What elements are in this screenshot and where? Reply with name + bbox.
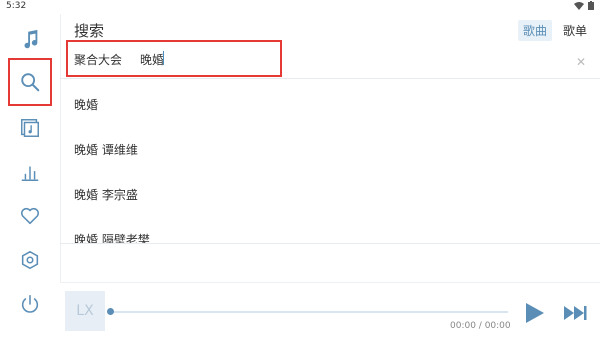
suggestion-item[interactable]: 晚婚 [74, 96, 98, 113]
tab-songs[interactable]: 歌曲 [517, 20, 552, 41]
settings-icon [21, 250, 39, 270]
music-note-icon [24, 29, 38, 49]
status-bar: 5:32 [0, 0, 600, 14]
suggestion-item[interactable]: 晚婚 李宗盛 [74, 186, 138, 203]
sidebar-item-settings[interactable] [8, 240, 52, 280]
battery-icon [588, 1, 594, 10]
suggestion-item[interactable]: 晚婚 隔壁老樊 [74, 231, 150, 243]
progress-bar[interactable] [107, 308, 508, 315]
text-cursor [163, 51, 164, 65]
system-icons [574, 1, 594, 10]
sidebar-item-charts[interactable] [8, 152, 52, 192]
next-track-icon[interactable] [563, 302, 587, 324]
album-cover[interactable]: LX [65, 291, 105, 331]
suggestion-item[interactable]: 晚婚 谭维维 [74, 141, 138, 158]
search-icon [21, 73, 40, 92]
heart-icon [20, 207, 40, 225]
page-header: 搜索 歌曲 歌单 [72, 18, 592, 42]
time-readout: 00:00 / 00:00 [450, 321, 511, 331]
sidebar-item-favorites[interactable] [8, 196, 52, 236]
search-suggestions: 晚婚 晚婚 谭维维 晚婚 李宗盛 晚婚 隔壁老樊 [60, 78, 600, 244]
search-input[interactable]: 晚婚 [140, 51, 164, 68]
clear-icon[interactable]: ✕ [576, 55, 586, 69]
sidebar-item-music[interactable] [8, 20, 52, 60]
progress-knob[interactable] [107, 308, 114, 315]
search-bar[interactable]: 聚合大会 晚婚 [66, 40, 282, 77]
player-bar: LX 00:00 / 00:00 [60, 282, 600, 338]
play-icon[interactable] [523, 302, 545, 324]
sidebar-item-search[interactable] [8, 58, 52, 106]
sidebar [0, 14, 61, 337]
playlist-icon [21, 119, 39, 137]
sidebar-item-exit[interactable] [8, 284, 52, 324]
source-selector[interactable]: 聚合大会 [74, 51, 122, 68]
status-time: 5:32 [6, 1, 27, 11]
power-icon [21, 294, 39, 313]
tab-playlists[interactable]: 歌单 [558, 20, 592, 41]
wifi-icon [574, 1, 584, 10]
sidebar-item-playlist[interactable] [8, 108, 52, 148]
search-type-tabs: 歌曲 歌单 [517, 20, 592, 41]
chart-icon [21, 166, 39, 181]
page-title: 搜索 [74, 22, 105, 40]
